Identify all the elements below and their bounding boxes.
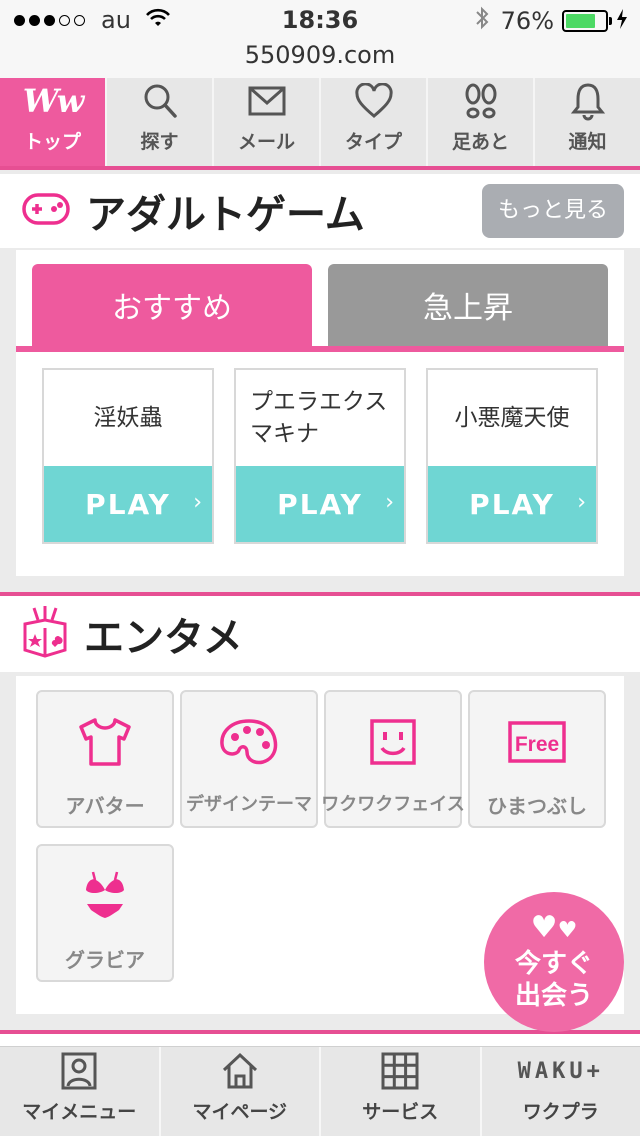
- gamepad-icon: [22, 192, 70, 230]
- home-icon: [220, 1049, 260, 1093]
- bottom-tab-my-menu[interactable]: マイメニュー: [0, 1047, 161, 1136]
- nav-item-type[interactable]: タイプ: [321, 78, 428, 166]
- ent-tile-avatar[interactable]: アバター: [36, 690, 174, 828]
- ent-tile-killing-time[interactable]: Free ひまつぶし: [468, 690, 606, 828]
- bottom-tab-bar: マイメニュー マイページ サービス WAKU+ ワクプラ: [0, 1046, 640, 1136]
- ww-logo-text: Ww: [22, 82, 85, 120]
- game-card[interactable]: 小悪魔天使 PLAY ›: [426, 368, 598, 544]
- bluetooth-icon: [475, 6, 489, 36]
- tab-recommended[interactable]: おすすめ: [32, 264, 312, 346]
- nav-item-label: 足あと: [451, 131, 509, 153]
- search-icon: [140, 81, 180, 121]
- entertainment-section-title: エンタメ: [84, 615, 243, 661]
- battery-group: 76%: [475, 6, 628, 36]
- ent-tile-waku-face[interactable]: ワクワクフェイス: [321, 690, 465, 828]
- waku-plus-logo-text: WAKU+: [517, 1058, 604, 1084]
- bottom-tab-waku-plus[interactable]: WAKU+ ワクプラ: [482, 1047, 640, 1136]
- ent-tile-label: ワクワクフェイス: [321, 794, 465, 815]
- nav-item-label: 探す: [140, 131, 179, 153]
- gift-box-icon: [22, 606, 68, 662]
- chevron-right-icon: ›: [193, 490, 204, 515]
- bell-icon: [570, 81, 606, 121]
- nav-item-footprints[interactable]: 足あと: [428, 78, 535, 166]
- chevron-right-icon: ›: [385, 490, 396, 515]
- free-badge-icon: Free: [508, 716, 566, 768]
- ent-tile-label: グラビア: [65, 948, 145, 972]
- bottom-tab-label: マイページ: [192, 1101, 288, 1123]
- waku-plus-logo-icon: WAKU+: [518, 1049, 604, 1093]
- bikini-icon: [83, 870, 127, 922]
- play-button[interactable]: PLAY ›: [44, 466, 212, 542]
- battery-level-fill: [566, 14, 595, 28]
- bottom-tab-label: サービス: [362, 1101, 439, 1123]
- hearts-icon: ♥♥: [530, 909, 578, 945]
- nav-item-search[interactable]: 探す: [107, 78, 214, 166]
- play-label: PLAY: [277, 487, 363, 521]
- games-tabs: おすすめ 急上昇: [32, 264, 608, 346]
- games-panel: おすすめ 急上昇 淫妖蟲 PLAY › プエラエクスマキナ PLAY › 小悪魔…: [16, 250, 624, 576]
- nav-item-label: トップ: [23, 131, 81, 153]
- bottom-tab-label: マイメニュー: [22, 1101, 137, 1123]
- ww-logo-icon: Ww: [22, 81, 85, 121]
- heart-icon: [354, 81, 394, 121]
- play-label: PLAY: [469, 487, 555, 521]
- status-bar: au 18:36 76%: [0, 0, 640, 40]
- mail-icon: [247, 81, 287, 121]
- see-more-button[interactable]: もっと見る: [481, 184, 624, 238]
- bottom-tab-label: ワクプラ: [522, 1101, 599, 1123]
- url-text: 550909.com: [244, 41, 396, 69]
- chevron-right-icon: ›: [577, 490, 588, 515]
- nav-item-label: 通知: [568, 131, 607, 153]
- game-card[interactable]: プエラエクスマキナ PLAY ›: [234, 368, 406, 544]
- footprints-icon: [461, 81, 501, 121]
- game-title: 淫妖蟲: [93, 405, 163, 431]
- battery-percent: 76%: [500, 7, 554, 35]
- ent-tile-label: ひまつぶし: [487, 794, 587, 818]
- meet-now-line2: 出会う: [514, 980, 593, 1011]
- palette-icon: [219, 716, 279, 768]
- ent-tile-gravure[interactable]: グラビア: [36, 844, 174, 982]
- ent-tile-design-theme[interactable]: デザインテーマ: [180, 690, 318, 828]
- nav-item-label: メール: [237, 131, 295, 153]
- ent-tile-label: アバター: [65, 794, 145, 818]
- nav-item-mail[interactable]: メール: [214, 78, 321, 166]
- game-title: プエラエクスマキナ: [250, 389, 388, 447]
- top-nav: Ww トップ 探す メール タイプ 足あと 通知: [0, 78, 640, 170]
- entertainment-section-header: エンタメ: [0, 596, 640, 672]
- grid-icon: [381, 1049, 419, 1093]
- play-button[interactable]: PLAY ›: [428, 466, 596, 542]
- nav-item-top[interactable]: Ww トップ: [0, 78, 107, 166]
- game-title: 小悪魔天使: [454, 405, 570, 431]
- battery-icon: [562, 10, 612, 32]
- bottom-tab-services[interactable]: サービス: [321, 1047, 482, 1136]
- tshirt-icon: [77, 716, 133, 768]
- tab-trending[interactable]: 急上昇: [328, 264, 608, 346]
- bottom-tab-my-page[interactable]: マイページ: [161, 1047, 321, 1136]
- games-section-header: アダルトゲーム もっと見る: [0, 174, 640, 248]
- free-badge-text: Free: [515, 733, 559, 756]
- meet-now-line1: 今すぐ: [514, 948, 593, 979]
- charging-bolt-icon: [616, 8, 628, 34]
- url-bar[interactable]: 550909.com: [0, 40, 640, 78]
- meet-now-button[interactable]: ♥♥ 今すぐ 出会う: [484, 892, 624, 1032]
- profile-icon: [61, 1049, 97, 1093]
- smiley-face-icon: [369, 716, 417, 768]
- play-button[interactable]: PLAY ›: [236, 466, 404, 542]
- tab-underline: [16, 346, 624, 352]
- nav-item-notifications[interactable]: 通知: [535, 78, 640, 166]
- ent-tile-label: デザインテーマ: [186, 794, 312, 815]
- game-card[interactable]: 淫妖蟲 PLAY ›: [42, 368, 214, 544]
- play-label: PLAY: [85, 487, 171, 521]
- games-section-title: アダルトゲーム: [86, 192, 365, 238]
- nav-item-label: タイプ: [344, 131, 402, 153]
